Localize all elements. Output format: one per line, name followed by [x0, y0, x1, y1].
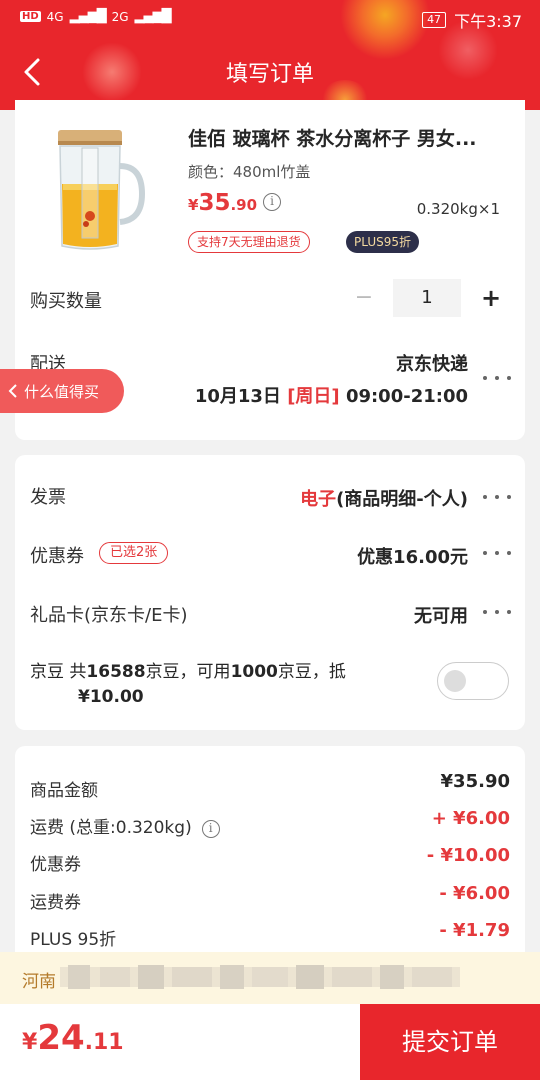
page-title: 填写订单 [225, 62, 314, 87]
submit-order-button[interactable]: 提交订单 [360, 1004, 540, 1080]
plus-discount-badge: PLUS95折 [346, 231, 419, 253]
total-currency: ¥ [22, 1030, 38, 1055]
total-int: 24 [37, 1018, 85, 1058]
more-icon[interactable] [483, 368, 511, 388]
summary-value: ¥35.90 [440, 771, 510, 792]
gift-card-value[interactable]: 无可用 [414, 602, 468, 628]
quantity-input[interactable]: 1 [393, 279, 461, 317]
product-spec: 颜色：480ml竹盖 [188, 163, 311, 181]
refund-badge: 支持7天无理由退货 [188, 231, 310, 253]
product-image[interactable] [30, 124, 160, 254]
gift-card-label: 礼品卡(京东卡/E卡) [30, 605, 188, 626]
worth-buying-button[interactable]: 什么值得买 [0, 369, 124, 413]
nav-bar: 填写订单 [0, 44, 540, 104]
quantity-increase-button[interactable]: + [476, 280, 506, 316]
jingdou-mid2: 京豆，抵 [277, 662, 346, 682]
more-icon[interactable] [483, 543, 511, 563]
address-label: 河南 [22, 972, 56, 992]
invoice-label: 发票 [30, 487, 66, 508]
chevron-left-icon [8, 384, 17, 398]
more-icon[interactable] [483, 602, 511, 622]
delivery-carrier[interactable]: 京东快递 [396, 350, 468, 376]
jingdou-mid1: 京豆，可用 [145, 662, 231, 682]
hd-icon: HD [20, 11, 41, 22]
quantity-decrease-button[interactable]: − [350, 280, 378, 316]
coupon-selected-badge: 已选2张 [99, 542, 169, 564]
more-icon[interactable] [483, 487, 511, 507]
summary-label: 运费券 [30, 893, 81, 913]
shipping-fee-label: 运费 (总重:0.320kg) [30, 818, 192, 838]
price-int: 35 [198, 190, 231, 216]
header-bar: HD 4G ▂▄▆█ 2G ▂▄▆█ 47 下午3:37 填写订单 [0, 0, 540, 110]
summary-label: 运费 (总重:0.320kg) i [30, 813, 220, 838]
invoice-value[interactable]: 电子(商品明细-个人) [300, 485, 468, 511]
battery-icon: 47 [422, 12, 447, 28]
delivery-weekday: [周日] [287, 386, 340, 407]
total-dec: .11 [84, 1030, 124, 1055]
clock: 下午3:37 [454, 12, 522, 31]
jingdou-description: 京豆 共16588京豆，可用1000京豆，抵 ¥10.00 [30, 660, 410, 710]
network-label: 2G [111, 9, 129, 24]
product-price: ¥35.90 [188, 190, 257, 216]
quantity-label: 购买数量 [30, 291, 102, 312]
delivery-date: 10月13日 [194, 386, 281, 407]
signal-icon: ▂▄▆█ [134, 9, 172, 24]
coupon-value[interactable]: 优惠16.00元 [357, 543, 468, 569]
jingdou-amount: ¥10.00 [78, 687, 144, 707]
summary-label: PLUS 95折 [30, 930, 117, 950]
invoice-detail: (商品明细-个人) [336, 489, 468, 510]
toggle-knob [444, 670, 466, 692]
summary-value: - ¥10.00 [426, 845, 510, 866]
coupon-label: 优惠券 [30, 546, 84, 567]
network-label: 4G [46, 9, 64, 24]
worth-buying-label: 什么值得买 [24, 382, 100, 401]
price-dec: .90 [230, 196, 258, 214]
summary-label: 优惠券 [30, 855, 81, 875]
summary-label: 商品金额 [30, 781, 98, 801]
delivery-window: 09:00-21:00 [345, 386, 468, 407]
status-bar: HD 4G ▂▄▆█ 2G ▂▄▆█ 47 下午3:37 [0, 0, 540, 36]
signal-icon: ▂▄▆█ [69, 9, 107, 24]
jingdou-total: 16588 [86, 662, 146, 682]
price-currency: ¥ [188, 196, 199, 214]
info-icon[interactable]: i [201, 820, 220, 838]
address-redacted [60, 965, 460, 989]
jingdou-toggle[interactable] [437, 662, 509, 700]
jingdou-usable: 1000 [230, 662, 278, 682]
product-title[interactable]: 佳佰 玻璃杯 茶水分离杯子 男女... [188, 124, 508, 151]
delivery-time[interactable]: 10月13日 [周日] 09:00-21:00 [195, 382, 468, 408]
jingdou-prefix: 京豆 共 [30, 662, 87, 682]
summary-value: + ¥6.00 [431, 808, 510, 829]
invoice-type: 电子 [300, 489, 337, 510]
info-icon[interactable]: i [263, 193, 281, 211]
summary-value: - ¥1.79 [439, 920, 510, 941]
summary-value: - ¥6.00 [439, 883, 510, 904]
total-price: ¥24.11 [22, 1018, 124, 1058]
product-weight: 0.320kg×1 [416, 200, 500, 218]
